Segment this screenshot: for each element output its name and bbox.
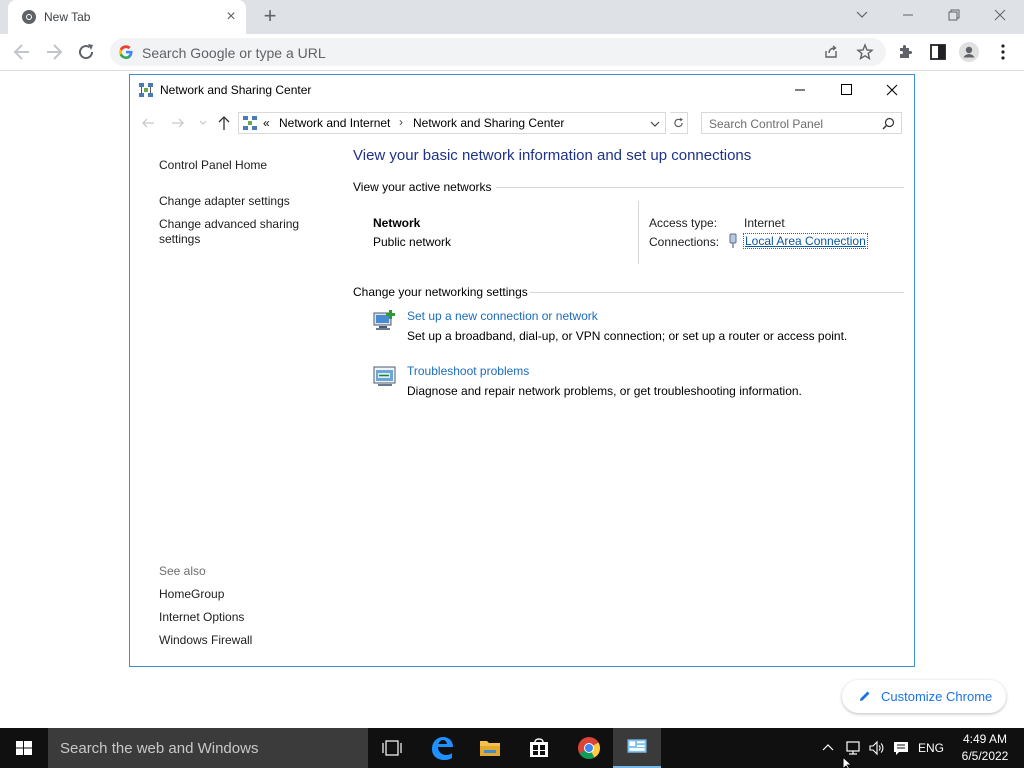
new-tab-button[interactable]: + [258, 5, 282, 29]
browser-tab[interactable]: New Tab × [8, 0, 246, 34]
refresh-icon[interactable] [670, 112, 688, 134]
internet-options-link[interactable]: Internet Options [159, 610, 244, 624]
more-icon[interactable] [993, 42, 1013, 62]
forward-icon[interactable] [42, 40, 66, 64]
page-title: View your basic network information and … [353, 147, 752, 164]
access-type-value: Internet [744, 216, 785, 230]
taskbar-search-box[interactable]: Search the web and Windows [48, 728, 368, 768]
network-type[interactable]: Public network [373, 235, 451, 249]
section-divider [530, 292, 904, 293]
local-area-connection-link[interactable]: Local Area Connection [743, 233, 868, 249]
edge-icon[interactable] [418, 728, 466, 768]
avatar-icon[interactable] [959, 42, 979, 62]
close-icon[interactable] [987, 4, 1013, 26]
maximize-icon[interactable] [823, 75, 869, 105]
chevron-up-icon[interactable] [820, 740, 836, 756]
windows-firewall-link[interactable]: Windows Firewall [159, 633, 252, 647]
network-center-icon [139, 83, 153, 97]
file-explorer-icon[interactable] [466, 728, 514, 768]
search-input[interactable]: Search Control Panel [701, 112, 902, 134]
section-divider [496, 187, 904, 188]
control-panel-window: Network and Sharing Center « Network and… [129, 74, 915, 667]
vertical-divider [638, 201, 639, 264]
breadcrumb-separator[interactable]: › [399, 115, 403, 129]
tab-close-icon[interactable]: × [222, 8, 240, 26]
close-icon[interactable] [869, 75, 915, 105]
share-icon[interactable] [823, 44, 839, 60]
address-row: « Network and Internet › Network and Sha… [130, 105, 914, 141]
omnibox-placeholder: Search Google or type a URL [142, 45, 326, 61]
chevron-down-icon[interactable] [649, 118, 661, 130]
store-icon[interactable] [515, 728, 563, 768]
minimize-icon[interactable] [777, 75, 823, 105]
troubleshoot-icon [373, 366, 396, 386]
search-icon[interactable] [882, 117, 895, 130]
breadcrumb-network-and-internet[interactable]: Network and Internet [279, 116, 390, 130]
notification-icon[interactable] [892, 740, 910, 756]
network-icon[interactable] [844, 740, 862, 756]
change-advanced-sharing-link[interactable]: Change advanced sharing settings [159, 217, 319, 247]
chevron-down-icon[interactable] [198, 118, 208, 128]
setup-connection-link[interactable]: Set up a new connection or network [407, 309, 598, 323]
troubleshoot-problems-link[interactable]: Troubleshoot problems [407, 364, 529, 378]
control-panel-home-link[interactable]: Control Panel Home [159, 158, 267, 172]
address-overflow[interactable]: « [263, 116, 270, 130]
pencil-icon [860, 691, 870, 701]
ethernet-icon [729, 233, 737, 248]
minimize-icon[interactable] [895, 4, 921, 26]
address-bar[interactable]: « Network and Internet › Network and Sha… [238, 112, 666, 134]
breadcrumb-network-and-sharing-center[interactable]: Network and Sharing Center [413, 116, 564, 130]
window-title: Network and Sharing Center [160, 83, 312, 97]
star-icon[interactable] [856, 43, 874, 61]
language-indicator[interactable]: ENG [918, 741, 944, 755]
back-icon[interactable] [10, 40, 34, 64]
omnibox[interactable]: Search Google or type a URL [110, 38, 886, 66]
new-connection-icon [373, 310, 395, 330]
windows-start-icon[interactable] [0, 728, 48, 768]
control-panel-icon[interactable] [613, 728, 661, 768]
customize-chrome-label: Customize Chrome [881, 689, 993, 704]
tab-title: New Tab [44, 10, 91, 24]
window-titlebar[interactable]: Network and Sharing Center [130, 75, 914, 105]
change-settings-heading: Change your networking settings [353, 285, 528, 299]
access-type-label: Access type: [649, 216, 718, 230]
reload-icon[interactable] [74, 40, 98, 64]
chevron-down-icon[interactable] [849, 4, 875, 26]
customize-chrome-button[interactable]: Customize Chrome [842, 680, 1006, 713]
task-view-icon[interactable] [368, 728, 416, 768]
change-adapter-settings-link[interactable]: Change adapter settings [159, 194, 290, 208]
google-icon [119, 45, 133, 59]
up-arrow-icon[interactable] [216, 114, 232, 132]
active-networks-heading: View your active networks [353, 180, 492, 194]
homegroup-link[interactable]: HomeGroup [159, 587, 224, 601]
mouse-cursor-icon [842, 756, 853, 768]
connections-label: Connections: [649, 235, 720, 249]
clock-date[interactable]: 6/5/2022 [950, 749, 1020, 763]
search-placeholder: Search Control Panel [709, 117, 824, 131]
taskbar: Search the web and Windows ENG 4:49 AM 6… [0, 728, 1024, 768]
troubleshoot-description: Diagnose and repair network problems, or… [407, 384, 802, 398]
setup-connection-description: Set up a broadband, dial-up, or VPN conn… [407, 329, 848, 343]
chrome-icon[interactable] [565, 728, 613, 768]
side-panel-icon[interactable] [928, 42, 948, 62]
restore-icon[interactable] [941, 4, 967, 26]
clock-time[interactable]: 4:49 AM [950, 732, 1020, 746]
network-name: Network [373, 216, 421, 230]
puzzle-icon[interactable] [896, 42, 916, 62]
browser-toolbar: Search Google or type a URL [0, 34, 1024, 71]
network-center-icon [243, 116, 257, 130]
see-also-heading: See also [159, 564, 206, 578]
back-icon[interactable] [140, 115, 156, 131]
forward-icon[interactable] [170, 115, 186, 131]
chrome-tab-strip: New Tab × + [0, 0, 1024, 34]
taskbar-search-placeholder: Search the web and Windows [60, 740, 259, 757]
chrome-icon [22, 10, 36, 24]
volume-icon[interactable] [868, 740, 886, 756]
